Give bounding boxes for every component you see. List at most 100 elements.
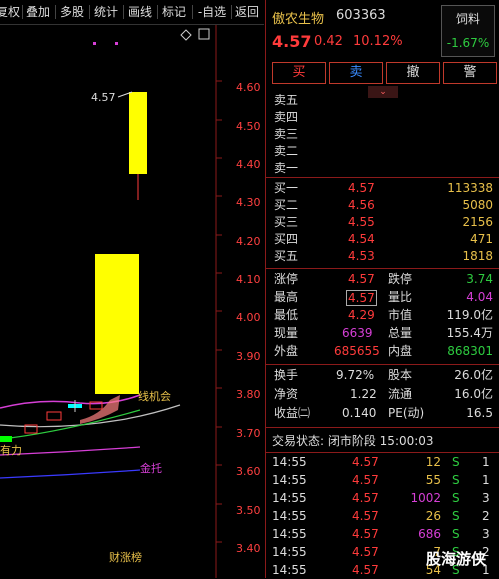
limit-down-value: 3.74 (466, 272, 493, 286)
sell-label: 卖一 (274, 161, 299, 175)
mcap-label: 市值 (388, 308, 413, 322)
toolbar-adjust-button[interactable]: 复权 (0, 3, 22, 21)
tick-volume: 1002 (410, 491, 441, 505)
tick-row: 14:55 4.57 55 S 1 (266, 471, 499, 489)
price-axis-label: 4.50 (236, 120, 261, 133)
tick-time: 14:55 (272, 527, 307, 541)
toolbar-separator (231, 5, 232, 19)
toolbar-stats-button[interactable]: 统计 (92, 3, 120, 21)
price-axis-label: 4.60 (236, 81, 261, 94)
mcap-value: 119.0亿 (446, 308, 493, 322)
vol-ratio-value: 4.04 (466, 290, 493, 304)
tick-price: 4.57 (352, 527, 379, 541)
eps-label: 收益㈡ (274, 406, 311, 420)
tick-count: 3 (482, 491, 490, 505)
candle-limit-up-2 (129, 92, 147, 174)
cancel-order-button[interactable]: 撤 (386, 62, 440, 84)
high-value: 4.57 (346, 290, 377, 306)
sell-label: 卖五 (274, 93, 299, 107)
tick-time: 14:55 (272, 563, 307, 577)
buy-price: 4.57 (348, 181, 375, 195)
price-axis-label: 4.10 (236, 273, 261, 286)
sell-row: 卖三 (266, 126, 499, 143)
toolbar-multi-stock-button[interactable]: 多股 (58, 3, 86, 21)
signal-marker (93, 42, 96, 45)
sector-pct: -1.67% (446, 36, 490, 50)
annotation-line-chance: 线机会 (138, 390, 171, 403)
stats-row: 换手 9.72% 股本 26.0亿 (266, 367, 499, 384)
float-label: 流通 (388, 387, 413, 401)
signal-marker (115, 42, 118, 45)
tick-price: 4.57 (352, 455, 379, 469)
tick-price: 4.57 (352, 473, 379, 487)
window-toggle-icon (198, 28, 210, 40)
equity-value: 26.0亿 (454, 368, 493, 382)
stats-row: 最低 4.29 市值 119.0亿 (266, 307, 499, 324)
inner-label: 内盘 (388, 344, 413, 358)
stats-row: 涨停 4.57 跌停 3.74 (266, 271, 499, 288)
sector-name: 饲料 (455, 12, 480, 26)
tick-count: 1 (482, 455, 490, 469)
candle-small (46, 411, 62, 421)
buy-price: 4.55 (348, 215, 375, 229)
high-marker-label: 4.57 (91, 91, 116, 104)
high-label: 最高 (274, 290, 299, 304)
buy-label: 买四 (274, 232, 299, 246)
stock-change-pct: 10.12% (353, 34, 403, 49)
tick-count: 1 (482, 473, 490, 487)
tick-count: 2 (482, 509, 490, 523)
stock-change: 0.42 (314, 34, 343, 49)
buy-price: 4.54 (348, 232, 375, 246)
tick-side: S (452, 455, 460, 469)
buy-volume: 2156 (462, 215, 493, 229)
tick-price: 4.57 (352, 545, 379, 559)
buy-row: 买二 4.56 5080 (266, 197, 499, 214)
kline-chart-canvas (0, 25, 222, 578)
buy-row: 买五 4.53 1818 (266, 248, 499, 265)
tick-price: 4.57 (352, 563, 379, 577)
buy-price: 4.53 (348, 249, 375, 263)
toolbar-separator (55, 5, 56, 19)
toolbar-back-button[interactable]: 返回 (233, 3, 261, 21)
stock-price: 4.57 (272, 32, 312, 51)
kline-chart[interactable]: 4.60 4.50 4.40 4.30 4.20 4.10 4.00 3.90 … (0, 25, 264, 578)
divider (266, 268, 499, 269)
pe-value: 16.5 (466, 406, 493, 420)
buy-volume: 1818 (462, 249, 493, 263)
buy-volume: 113338 (447, 181, 493, 195)
current-volume-label: 现量 (274, 326, 299, 340)
stats-row: 最高 4.57 量比 4.04 (266, 289, 499, 306)
nav-label: 净资 (274, 387, 299, 401)
toolbar-overlay-button[interactable]: 叠加 (24, 3, 52, 21)
tick-row: 14:55 4.57 26 S 2 (266, 507, 499, 525)
tick-time: 14:55 (272, 473, 307, 487)
alert-button[interactable]: 警 (443, 62, 497, 84)
sector-box[interactable]: 饲料 -1.67% (441, 5, 495, 57)
tick-volume: 686 (418, 527, 441, 541)
toolbar-separator (192, 5, 193, 19)
price-axis-label: 3.80 (236, 388, 261, 401)
buy-button[interactable]: 买 (272, 62, 326, 84)
buy-volume: 471 (470, 232, 493, 246)
tick-row: 14:55 4.57 12 S 1 (266, 453, 499, 471)
toolbar-separator (157, 5, 158, 19)
ma-line-blue (0, 469, 141, 479)
toolbar-mark-button[interactable]: 标记 (160, 3, 188, 21)
toolbar-separator (22, 5, 23, 19)
price-axis-label: 3.50 (236, 504, 261, 517)
tick-side: S (452, 527, 460, 541)
buy-row: 买四 4.54 471 (266, 231, 499, 248)
toolbar-draw-button[interactable]: 画线 (126, 3, 154, 21)
tick-row: 14:55 4.57 686 S 3 (266, 525, 499, 543)
chart-toolbar: 复权 叠加 多股 统计 画线 标记 -自选 返回 (0, 0, 264, 25)
sell-row: 卖二 (266, 143, 499, 160)
low-value: 4.29 (348, 308, 375, 322)
buy-label: 买一 (274, 181, 299, 195)
sell-button[interactable]: 卖 (329, 62, 383, 84)
buy-label: 买五 (274, 249, 299, 263)
total-volume-value: 155.4万 (446, 326, 493, 340)
toolbar-watchlist-button[interactable]: -自选 (194, 3, 230, 21)
bottom-tag: 财涨榜 (109, 551, 142, 564)
total-volume-label: 总量 (388, 326, 413, 340)
tick-time: 14:55 (272, 509, 307, 523)
